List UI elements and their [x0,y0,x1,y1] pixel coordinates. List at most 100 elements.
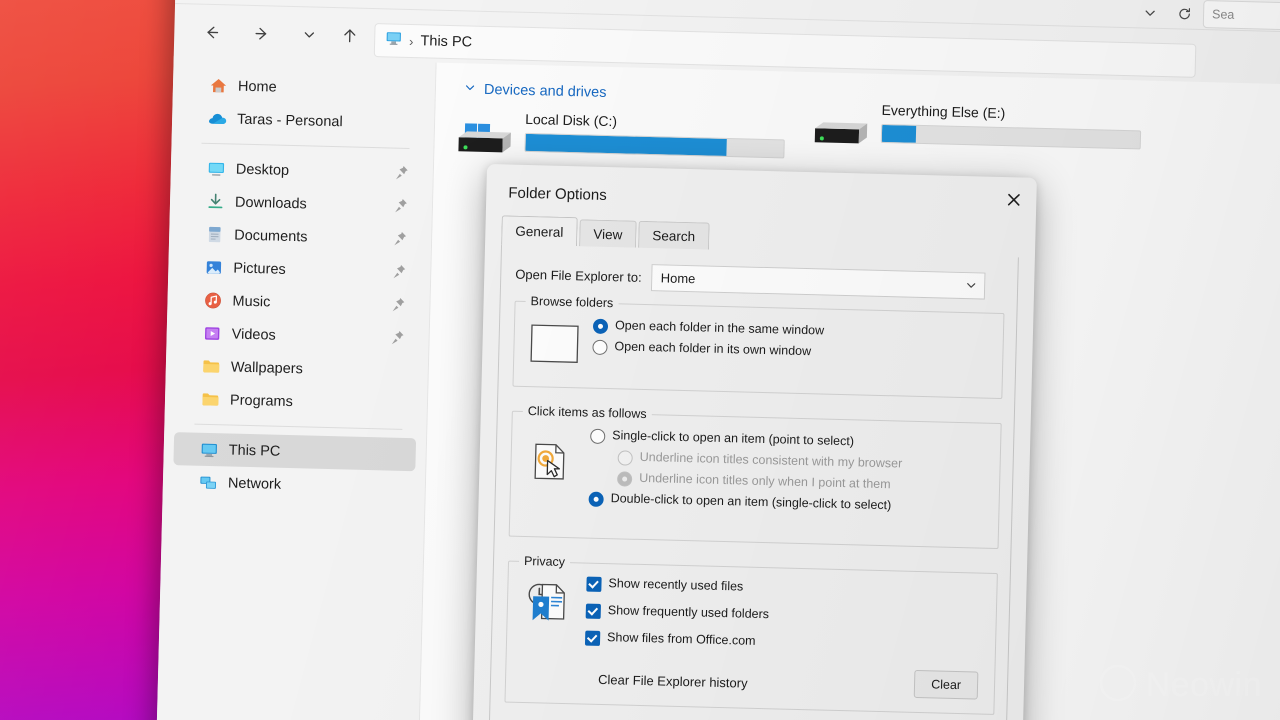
checkbox-icon[interactable] [585,603,601,619]
chevron-down-icon[interactable] [464,81,476,97]
screen: Sea › This PC Home Taras - Personal Desk… [0,0,1280,720]
browse-option-own-window[interactable]: Open each folder in its own window [592,339,823,361]
titlebar-right-controls: Sea [1135,0,1280,32]
videos-icon [202,324,221,343]
downloads-icon [206,192,225,211]
window-icon [530,324,579,368]
group-title: Devices and drives [483,81,607,101]
option-label: Underline icon titles consistent with my… [639,449,903,471]
file-explorer-window: Sea › This PC Home Taras - Personal Desk… [155,0,1280,720]
home-icon [209,76,228,95]
arrow-up-icon[interactable] [336,22,363,49]
radio-icon[interactable] [592,339,608,356]
open-file-explorer-row: Open File Explorer to: Home [515,261,986,300]
close-icon[interactable] [990,177,1037,222]
tab-view[interactable]: View [579,219,637,248]
chevron-down-icon [965,279,977,294]
onedrive-icon [208,109,227,128]
sidebar-item-label: Music [232,293,271,310]
sidebar-item-label: Programs [229,392,294,410]
sidebar: Home Taras - Personal Desktop Downloads … [155,55,436,720]
option-label: Underline icon titles only when I point … [639,470,891,492]
this-pc-icon [200,440,219,459]
option-label: Open each folder in the same window [614,318,825,338]
this-pc-icon [385,29,403,51]
drive-name: Everything Else (E:) [881,101,1006,122]
privacy-checkbox-recent-files[interactable]: Show recently used files [586,576,770,597]
chevron-down-icon[interactable] [1135,0,1166,26]
refresh-icon[interactable] [1169,0,1200,27]
radio-icon[interactable] [590,428,606,445]
pin-icon[interactable] [392,264,406,280]
privacy-checkbox-office-files[interactable]: Show files from Office.com [584,630,769,651]
drive-usage-bar [524,132,785,159]
click-option-underline-point: Underline icon titles only when I point … [616,470,902,493]
breadcrumb[interactable]: This PC [420,33,472,50]
click-option-single-click[interactable]: Single-click to open an item (point to s… [590,428,903,452]
sidebar-item-label: Downloads [234,194,307,212]
privacy-checkbox-frequent-folders[interactable]: Show frequently used folders [585,603,770,624]
open-file-explorer-select[interactable]: Home [651,264,986,300]
sidebar-item-label: Network [227,474,282,493]
option-label: Double-click to open an item (single-cli… [610,491,892,513]
folder-icon [201,390,220,409]
drive-item-e[interactable]: Everything Else (E:) [813,98,1142,152]
search-input[interactable]: Sea [1202,0,1280,32]
pin-icon[interactable] [391,297,405,313]
history-bookmark-icon [523,580,572,630]
devices-and-drives-header[interactable]: Devices and drives [464,81,607,101]
browse-folders-title: Browse folders [525,293,619,311]
sidebar-item-label: Wallpapers [230,359,304,377]
option-label: Single-click to open an item (point to s… [612,428,855,449]
option-label: Open each folder in its own window [614,339,812,359]
sidebar-item-programs[interactable]: Programs [175,382,418,421]
dialog-panel-general: Open File Explorer to: Home Browse folde… [488,244,1019,720]
checkbox-label: Show files from Office.com [606,630,756,648]
radio-icon [617,450,633,466]
drive-icon [813,98,870,145]
chevron-down-icon[interactable] [296,21,323,48]
pin-icon[interactable] [395,165,409,181]
search-placeholder: Sea [1211,7,1235,22]
drive-item-c[interactable]: Local Disk (C:) [456,107,785,161]
checkbox-icon[interactable] [586,576,602,592]
radio-icon[interactable] [592,318,609,335]
checkbox-label: Show recently used files [608,576,744,594]
tab-general[interactable]: General [501,215,578,247]
sidebar-item-network[interactable]: Network [173,465,416,504]
checkbox-icon[interactable] [584,630,601,646]
pin-icon[interactable] [390,330,404,346]
radio-icon [616,471,633,487]
sidebar-item-label: Pictures [233,260,286,278]
browse-option-same-window[interactable]: Open each folder in the same window [592,318,825,340]
tab-search[interactable]: Search [638,220,710,250]
sidebar-divider [201,142,410,149]
sidebar-divider [194,423,403,430]
drive-info: Local Disk (C:) [524,109,785,162]
radio-icon[interactable] [588,491,604,507]
pictures-icon [204,258,223,277]
sidebar-item-label: Desktop [235,161,290,179]
pin-icon[interactable] [394,198,408,214]
folder-icon [202,357,221,376]
clear-button[interactable]: Clear [913,669,979,700]
documents-icon [205,225,224,244]
browse-folders-group: Browse folders Open each folder in the s… [512,293,1005,400]
checkbox-label: Show frequently used folders [607,603,770,622]
click-cursor-icon [527,438,572,488]
pin-icon[interactable] [393,231,407,247]
click-items-group: Click items as follows Single-click to o… [508,403,1002,549]
drive-name: Local Disk (C:) [525,110,618,130]
clear-history-label: Clear File Explorer history [597,671,748,691]
music-icon [203,291,222,310]
sidebar-item-label: Documents [234,227,308,245]
folder-options-dialog: Folder Options General View Search Open … [472,163,1037,720]
click-option-underline-browser: Underline icon titles consistent with my… [617,449,903,472]
open-file-explorer-value: Home [660,270,696,287]
drive-icon [456,107,513,154]
arrow-right-icon[interactable] [248,20,275,47]
sidebar-item-onedrive[interactable]: Taras - Personal [182,101,425,140]
click-option-double-click[interactable]: Double-click to open an item (single-cli… [588,491,901,515]
arrow-left-icon[interactable] [198,19,225,46]
breadcrumb-separator: › [408,33,414,49]
